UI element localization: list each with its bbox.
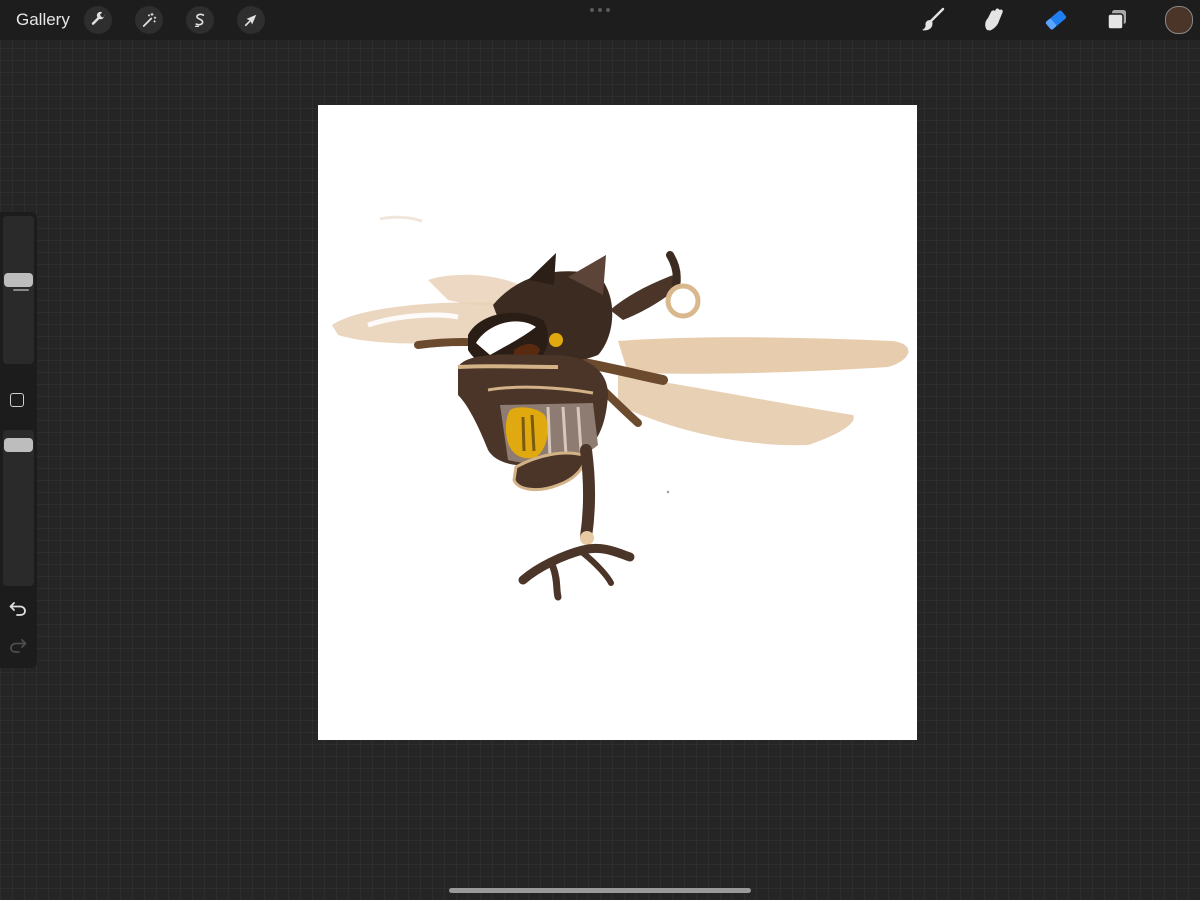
procreate-app: Gallery	[0, 0, 1200, 900]
brush-icon	[922, 7, 945, 31]
brush-size-slider-thumb[interactable]	[4, 273, 33, 291]
brush-size-slider[interactable]	[3, 216, 34, 364]
eraser-icon	[1045, 10, 1067, 30]
wrench-icon	[91, 11, 106, 25]
color-picker-swatch[interactable]	[1165, 6, 1193, 34]
top-toolbar: Gallery	[0, 0, 1200, 40]
layers-button[interactable]	[1101, 4, 1133, 36]
selection-button[interactable]	[186, 6, 214, 34]
brush-tool-button[interactable]	[917, 4, 949, 36]
drawing-canvas[interactable]	[318, 105, 917, 740]
steampunk-bee-artwork	[332, 215, 909, 601]
layers-icon	[1107, 10, 1126, 30]
redo-arrow-icon[interactable]	[8, 635, 28, 655]
opacity-slider-thumb[interactable]	[4, 438, 33, 452]
drag-handle[interactable]	[590, 8, 610, 14]
selection-s-icon	[194, 13, 205, 27]
eraser-tool-button[interactable]	[1040, 4, 1072, 36]
smudge-icon	[985, 8, 1003, 31]
home-indicator-bar[interactable]	[449, 888, 751, 893]
modify-button[interactable]	[10, 393, 24, 407]
opacity-slider[interactable]	[3, 430, 34, 586]
actions-button[interactable]	[84, 6, 112, 34]
adjustments-button[interactable]	[135, 6, 163, 34]
transform-button[interactable]	[237, 6, 265, 34]
smudge-tool-button[interactable]	[977, 4, 1009, 36]
undo-arrow-icon[interactable]	[8, 598, 28, 618]
gallery-button[interactable]: Gallery	[16, 9, 70, 31]
arrow-cursor-icon	[244, 14, 257, 27]
magic-wand-icon	[142, 12, 157, 27]
left-sidebar	[0, 212, 37, 668]
